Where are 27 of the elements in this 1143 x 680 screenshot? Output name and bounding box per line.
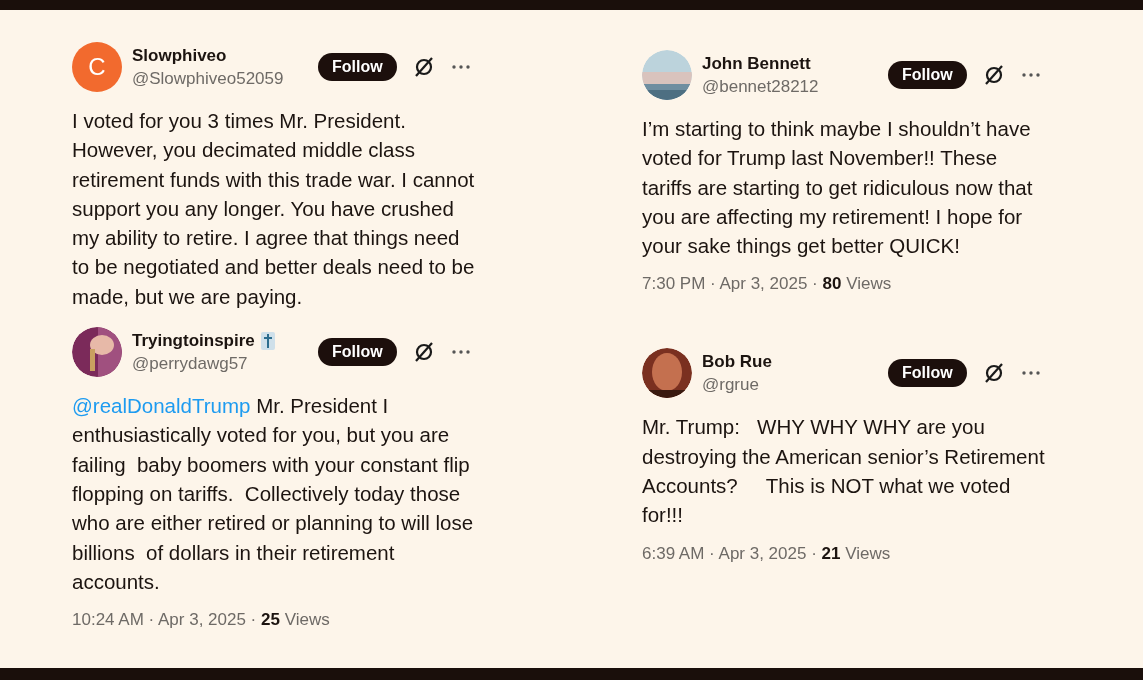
follow-button[interactable]: Follow (888, 61, 967, 89)
user-name[interactable]: Slowphiveo (132, 45, 227, 66)
tweet-text: Mr. Trump: WHY WHY WHY are you destroying the American senior’s Retirement Accounts? This is NOT what we voted for!!! (642, 414, 1046, 529)
user-name[interactable]: Tryingtoinspire (132, 330, 255, 351)
slashed-circle-icon[interactable] (412, 56, 435, 78)
slashed-circle-icon[interactable] (982, 64, 1005, 86)
follow-button[interactable]: Follow (318, 338, 397, 367)
more-icon[interactable] (450, 64, 471, 70)
tweet-text: I voted for you 3 times Mr. President. However, you decimated middle class retirement funds with this trade war. I cannot support you any longer. You have crushed my ability to retire. I agree that things need to be negotiated and better deals need to be made, but we are paying. (72, 108, 476, 310)
follow-button[interactable]: Follow (318, 53, 397, 81)
tweet-meta: 7:30 PM · Apr 3, 2025 · 80 Views (642, 274, 893, 295)
more-icon[interactable] (1020, 72, 1041, 78)
tweet-meta: 10:24 AM · Apr 3, 2025 · 25 Views (72, 610, 331, 631)
user-name[interactable]: Bob Rue (702, 352, 772, 372)
user-name[interactable]: John Bennett (702, 53, 811, 74)
user-handle[interactable]: @rgrue (702, 375, 888, 395)
more-icon[interactable] (1020, 370, 1041, 377)
slashed-circle-icon[interactable] (412, 341, 435, 364)
tweet-text: I’m starting to think maybe I shouldn’t have voted for Trump last November!! These tariffs are starting to get ridiculous now that you are affecting my retirement! I hope for your sake things get better QUICK! (642, 116, 1034, 260)
slashed-circle-icon[interactable] (982, 362, 1005, 385)
more-icon[interactable] (450, 349, 471, 356)
user-handle[interactable]: @bennet28212 (702, 76, 888, 97)
tweet-text: @realDonaldTrump Mr. President I enthusiastically voted for you, but you are failing baby boomers with your constant flip flopping on tariffs. Collectively today those who are either retired or planning to will lose billions of dollars in their retirement accounts. (72, 393, 475, 595)
user-handle[interactable]: @Slowphiveo52059 (132, 68, 318, 89)
follow-button[interactable]: Follow (888, 359, 967, 388)
tweet-meta: 6:39 AM · Apr 3, 2025 · 21 Views (642, 543, 892, 564)
user-handle[interactable]: @perrydawg57 (132, 353, 318, 374)
